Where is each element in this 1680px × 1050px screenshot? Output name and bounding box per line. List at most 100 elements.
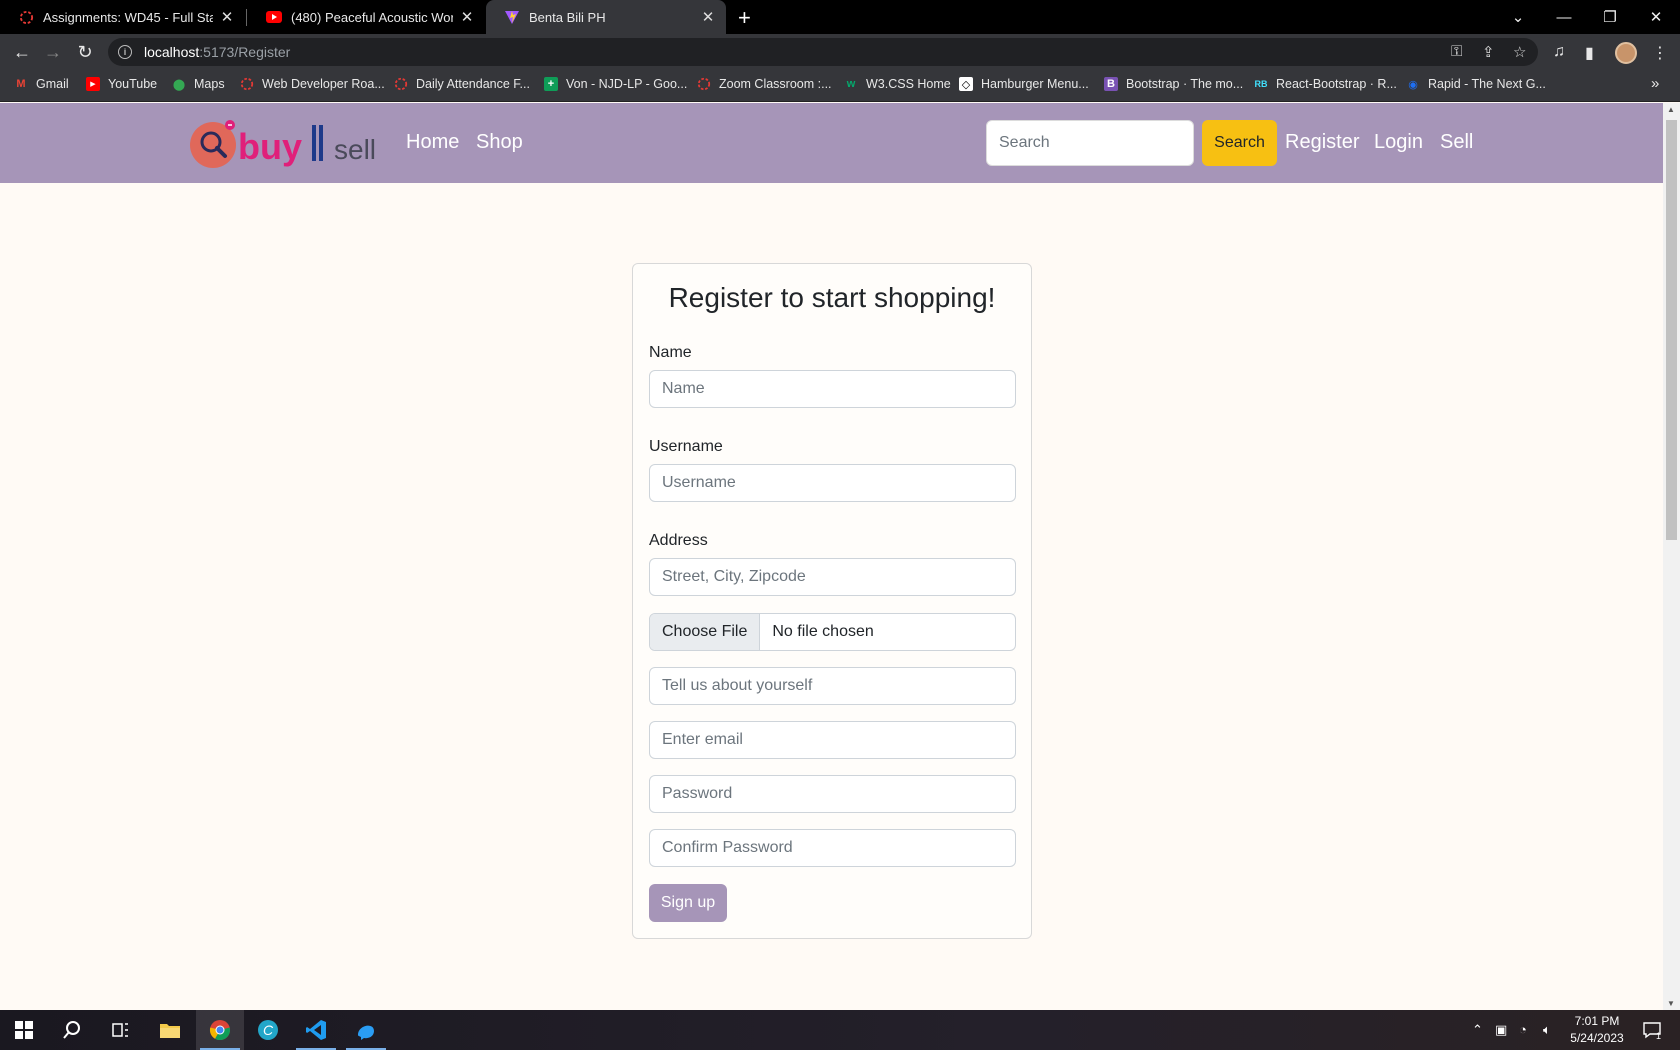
email-field[interactable] [649,721,1016,759]
nav-login[interactable]: Login [1374,131,1423,154]
address-field[interactable] [649,558,1016,596]
close-icon[interactable]: ✕ [219,8,235,26]
bookmark-label: Daily Attendance F... [416,77,530,91]
side-panel-icon[interactable]: ▮ [1585,43,1594,63]
password-field[interactable] [649,775,1016,813]
reload-icon[interactable]: ↻ [73,40,97,64]
spinner-red-icon [18,9,34,25]
search-icon[interactable] [48,1010,96,1050]
youtube-icon [266,9,282,25]
canva-icon[interactable]: C [244,1010,292,1050]
clock-date: 5/24/2023 [1570,1031,1624,1045]
bookmark-hamburger-menu[interactable]: ◇ Hamburger Menu... [959,77,1089,91]
address-label: Address [649,532,708,549]
volume-icon[interactable]: 🔈︎ [1543,1022,1551,1038]
media-control-icon[interactable]: ♫ [1553,43,1565,61]
bootstrap-icon: B [1104,77,1118,91]
nav-home[interactable]: Home [406,131,459,154]
system-clock[interactable]: 7:01 PM 5/24/2023 [1562,1013,1632,1047]
bookmark-sheets[interactable]: + Von - NJD-LP - Goo... [544,77,687,91]
spinner-red-icon [394,77,408,91]
bookmark-rapid[interactable]: ◉ Rapid - The Next G... [1406,77,1546,91]
tray-chevron-icon[interactable]: ⌃ [1472,1022,1483,1038]
file-explorer-icon[interactable] [146,1010,194,1050]
rapid-icon: ◉ [1408,78,1418,91]
bookmark-label: Hamburger Menu... [981,77,1089,91]
bookmark-label: Gmail [36,77,69,91]
bookmark-label: YouTube [108,77,158,91]
search-button[interactable]: Search [1202,120,1277,166]
task-view-icon[interactable] [96,1010,144,1050]
bookmark-bootstrap[interactable]: B Bootstrap · The mo... [1104,77,1243,91]
tab-title: (480) Peaceful Acoustic Worship [291,9,453,25]
spinner-red-icon [240,77,254,91]
name-label: Name [649,344,692,361]
page-content: buy sell Home Shop Search Register Login… [0,103,1663,1010]
bookmark-label: Maps [194,77,225,91]
codepen-icon: ◇ [959,77,973,91]
address-bar[interactable]: i localhost:5173/Register [108,38,1538,66]
confirm-password-field[interactable] [649,829,1016,867]
w3-icon: w [846,78,856,90]
nav-register[interactable]: Register [1285,131,1359,154]
share-icon[interactable]: ⇪ [1482,43,1495,61]
chrome-icon[interactable] [196,1010,244,1050]
bookmark-w3css[interactable]: w W3.CSS Home [844,77,951,91]
minimize-icon[interactable]: — [1541,0,1587,34]
bookmark-gmail[interactable]: M Gmail [14,77,69,91]
bookmark-label: W3.CSS Home [866,77,951,91]
vscode-icon[interactable] [292,1010,340,1050]
about-field[interactable] [649,667,1016,705]
window-close-icon[interactable]: ✕ [1633,0,1679,34]
scrollbar-thumb[interactable] [1666,120,1677,540]
choose-file-button[interactable]: Choose File [650,614,761,650]
windows-start-icon[interactable] [0,1010,48,1050]
signup-button[interactable]: Sign up [649,884,727,922]
spinner-red-icon [697,77,711,91]
svg-text:C: C [263,1022,274,1038]
page-scrollbar[interactable]: ▲ ▼ [1663,103,1680,1010]
new-tab-icon[interactable]: + [738,5,751,31]
browser-toolbar: ← → ↻ i localhost:5173/Register ⚿ ⇪ ☆ ♫ … [0,34,1680,70]
key-icon[interactable]: ⚿ [1451,43,1462,60]
forward-icon[interactable]: → [41,40,65,64]
close-icon[interactable]: ✕ [459,8,475,26]
username-field[interactable] [649,464,1016,502]
scroll-down-icon[interactable]: ▼ [1667,999,1675,1008]
nav-shop[interactable]: Shop [476,131,523,154]
avatar[interactable] [1615,42,1637,64]
browser-tab-bar: Assignments: WD45 - Full Stack W ✕ (480)… [0,0,1680,34]
bookmark-youtube[interactable]: ▶ YouTube [86,77,157,91]
more-bookmarks-icon[interactable]: » [1651,75,1659,92]
bookmark-react-bootstrap[interactable]: RB React-Bootstrap · R... [1254,77,1397,91]
site-logo[interactable]: buy sell [188,117,380,169]
browser-tab-active[interactable]: Benta Bili PH ✕ [486,0,726,34]
youtube-icon: ▶ [86,77,100,91]
back-icon[interactable]: ← [10,40,34,64]
vite-icon [504,9,520,25]
bookmark-zoom-classroom[interactable]: Zoom Classroom :... [697,77,832,91]
register-card: Register to start shopping! Name Usernam… [632,263,1032,939]
bookmark-maps[interactable]: ⬤ Maps [172,77,225,91]
bookmark-star-icon[interactable]: ☆ [1513,43,1526,61]
gmail-icon: M [16,78,26,90]
browser-tab[interactable]: Assignments: WD45 - Full Stack W ✕ [0,0,245,34]
file-upload-field[interactable]: Choose File No file chosen [649,613,1016,651]
app-icon[interactable] [342,1010,390,1050]
scroll-up-icon[interactable]: ▲ [1667,105,1675,114]
bookmark-daily-attendance[interactable]: Daily Attendance F... [394,77,530,91]
tab-search-icon[interactable]: ⌄ [1495,0,1541,34]
bookmark-web-developer[interactable]: Web Developer Roa... [240,77,385,91]
meet-now-icon[interactable]: ▣ [1495,1022,1507,1038]
site-info-icon[interactable]: i [118,45,132,59]
name-field[interactable] [649,370,1016,408]
nav-sell[interactable]: Sell [1440,131,1473,154]
clock-time: 7:01 PM [1574,1014,1620,1028]
search-input[interactable] [986,120,1194,166]
notification-icon[interactable]: 1 [1632,1010,1672,1050]
network-icon[interactable]: ◔ [1519,1022,1527,1037]
browser-tab[interactable]: (480) Peaceful Acoustic Worship ✕ [248,0,485,34]
menu-icon[interactable]: ⋮ [1652,43,1668,63]
close-icon[interactable]: ✕ [700,8,716,26]
restore-icon[interactable]: ❐ [1587,0,1633,34]
